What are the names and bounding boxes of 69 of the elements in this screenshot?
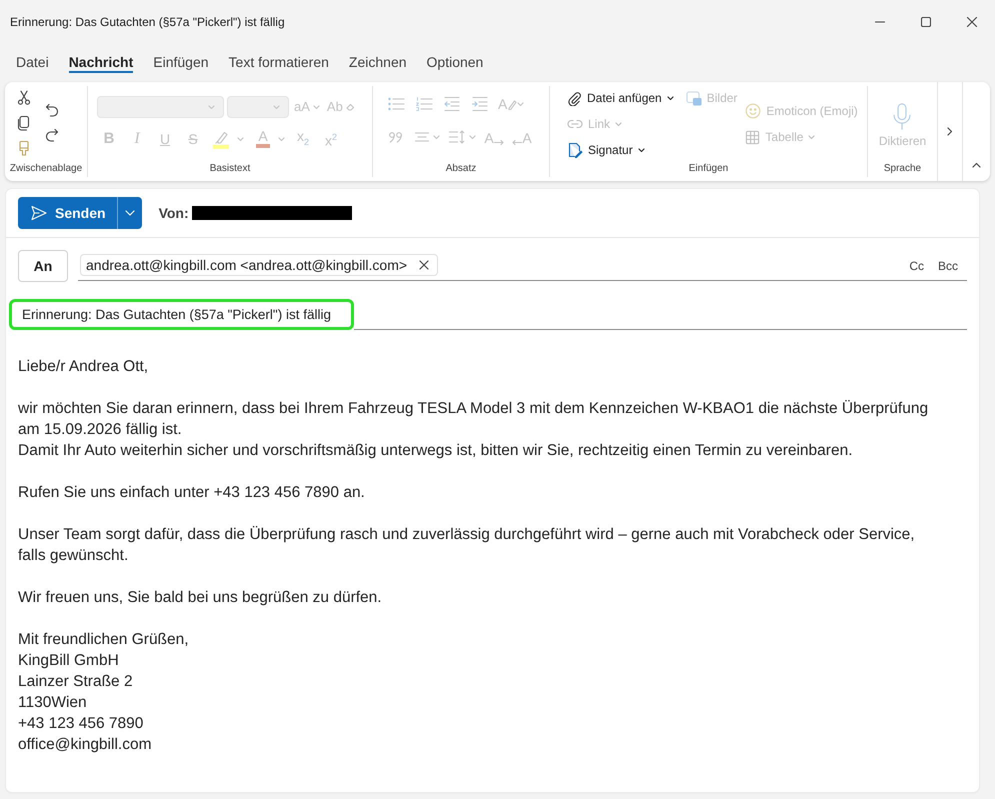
window-title: Erinnerung: Das Gutachten (§57a "Pickerl") ist fällig xyxy=(9,15,286,29)
arrow-left-icon xyxy=(512,139,522,146)
message-line: Rufen Sie uns einfach unter +43 123 456 7890 an. xyxy=(18,483,366,503)
chevron-down-icon xyxy=(273,104,280,110)
numbered-list-icon xyxy=(415,96,433,112)
ribbon-tab[interactable]: Zeichnen xyxy=(348,54,407,73)
indent-icon xyxy=(471,96,489,112)
group-label: Zwischenablage xyxy=(8,162,84,176)
signature-icon xyxy=(567,142,583,158)
quote-icon xyxy=(388,130,404,144)
copy-icon xyxy=(16,115,32,131)
swatch-icon xyxy=(256,144,270,148)
cc-link[interactable]: Cc xyxy=(909,259,924,273)
message-line: 1130Wien xyxy=(18,693,88,713)
chevron-down-icon xyxy=(208,104,215,110)
to-button[interactable]: An xyxy=(18,250,68,282)
chevron-down-icon xyxy=(124,210,135,216)
group-label: Basistext xyxy=(208,162,252,176)
message-line: Wir freuen uns, Sie bald bei uns begrüßen zu dürfen. xyxy=(18,588,383,608)
group-label: Sprache xyxy=(882,162,922,176)
scissors-icon xyxy=(16,90,32,106)
eraser-icon xyxy=(346,103,355,111)
message-line: Mit freundlichen Grüßen, xyxy=(18,630,190,650)
message-line: office@kingbill.com xyxy=(18,735,152,755)
send-icon xyxy=(30,204,48,222)
message-line: Liebe/r Andrea Ott, xyxy=(18,357,150,377)
microphone-icon xyxy=(892,103,912,131)
to-field[interactable]: andrea.ott@kingbill.com <andrea.ott@kingbill.com> Cc Bcc xyxy=(78,250,967,281)
from-label: Von: xyxy=(158,205,189,221)
message-line: wir möchten Sie daran erinnern, dass bei Ihrem Fahrzeug TESLA Model 3 mit dem Kennzeichen W-KBAO1 die nächste Überprüfung am 15.09.2026 fällig ist. xyxy=(18,399,930,440)
highlighter-icon xyxy=(211,129,231,149)
close-icon xyxy=(967,17,977,27)
ribbon-tab[interactable]: Nachricht xyxy=(68,54,134,73)
pen-icon xyxy=(507,98,518,110)
ribbon-tab[interactable]: Optionen xyxy=(426,54,484,73)
line-spacing-icon xyxy=(448,129,466,145)
message-line: KingBill GmbH xyxy=(18,651,120,671)
bcc-link[interactable]: Bcc xyxy=(938,259,958,273)
group-label: Absatz xyxy=(444,162,478,176)
smiley-icon xyxy=(745,103,762,119)
align-icon xyxy=(414,130,430,144)
chevron-up-icon xyxy=(972,162,981,168)
table-icon xyxy=(745,130,760,144)
arrow-right-icon xyxy=(494,139,504,146)
ribbon-tab[interactable]: Einfügen xyxy=(153,54,209,73)
send-button[interactable]: Senden xyxy=(18,197,117,229)
message-line: Lainzer Straße 2 xyxy=(18,672,134,692)
group-label: Einfügen xyxy=(688,162,730,176)
maximize-icon xyxy=(921,17,931,27)
bullet-list-icon xyxy=(387,96,405,112)
close-icon xyxy=(419,260,430,270)
ribbon-tab[interactable]: Text formatieren xyxy=(228,54,329,73)
signature-button[interactable]: Signatur xyxy=(563,138,678,162)
paperclip-icon xyxy=(567,90,582,106)
redo-icon xyxy=(44,127,60,143)
message-line: Unser Team sorgt dafür, dass die Überprüfung rasch und zuverlässig durchgeführt wird – gerne auch mit Vorabcheck oder Service, falls gewünscht. xyxy=(18,525,916,566)
outdent-icon xyxy=(443,96,461,112)
ribbon-tab[interactable]: Datei xyxy=(16,54,49,73)
subject-field[interactable]: Erinnerung: Das Gutachten (§57a "Pickerl") ist fällig xyxy=(9,299,354,330)
message-line: +43 123 456 7890 xyxy=(18,714,144,734)
attach-file-button[interactable]: Datei anfügen xyxy=(563,86,678,110)
chevron-right-icon xyxy=(947,127,953,136)
remove-recipient-button[interactable] xyxy=(417,258,432,272)
message-line: Damit Ihr Auto weiterhin sicher und vorschriftsmäßig unterwegs ist, bitten wir Sie, rechtzeitig einen Termin zu vereinbaren. xyxy=(18,441,854,461)
undo-icon xyxy=(44,102,60,118)
link-icon xyxy=(567,118,583,130)
recipient-chip[interactable]: andrea.ott@kingbill.com <andrea.ott@kingbill.com> xyxy=(80,254,438,276)
send-options-button[interactable] xyxy=(116,197,142,229)
image-icon xyxy=(686,90,702,106)
